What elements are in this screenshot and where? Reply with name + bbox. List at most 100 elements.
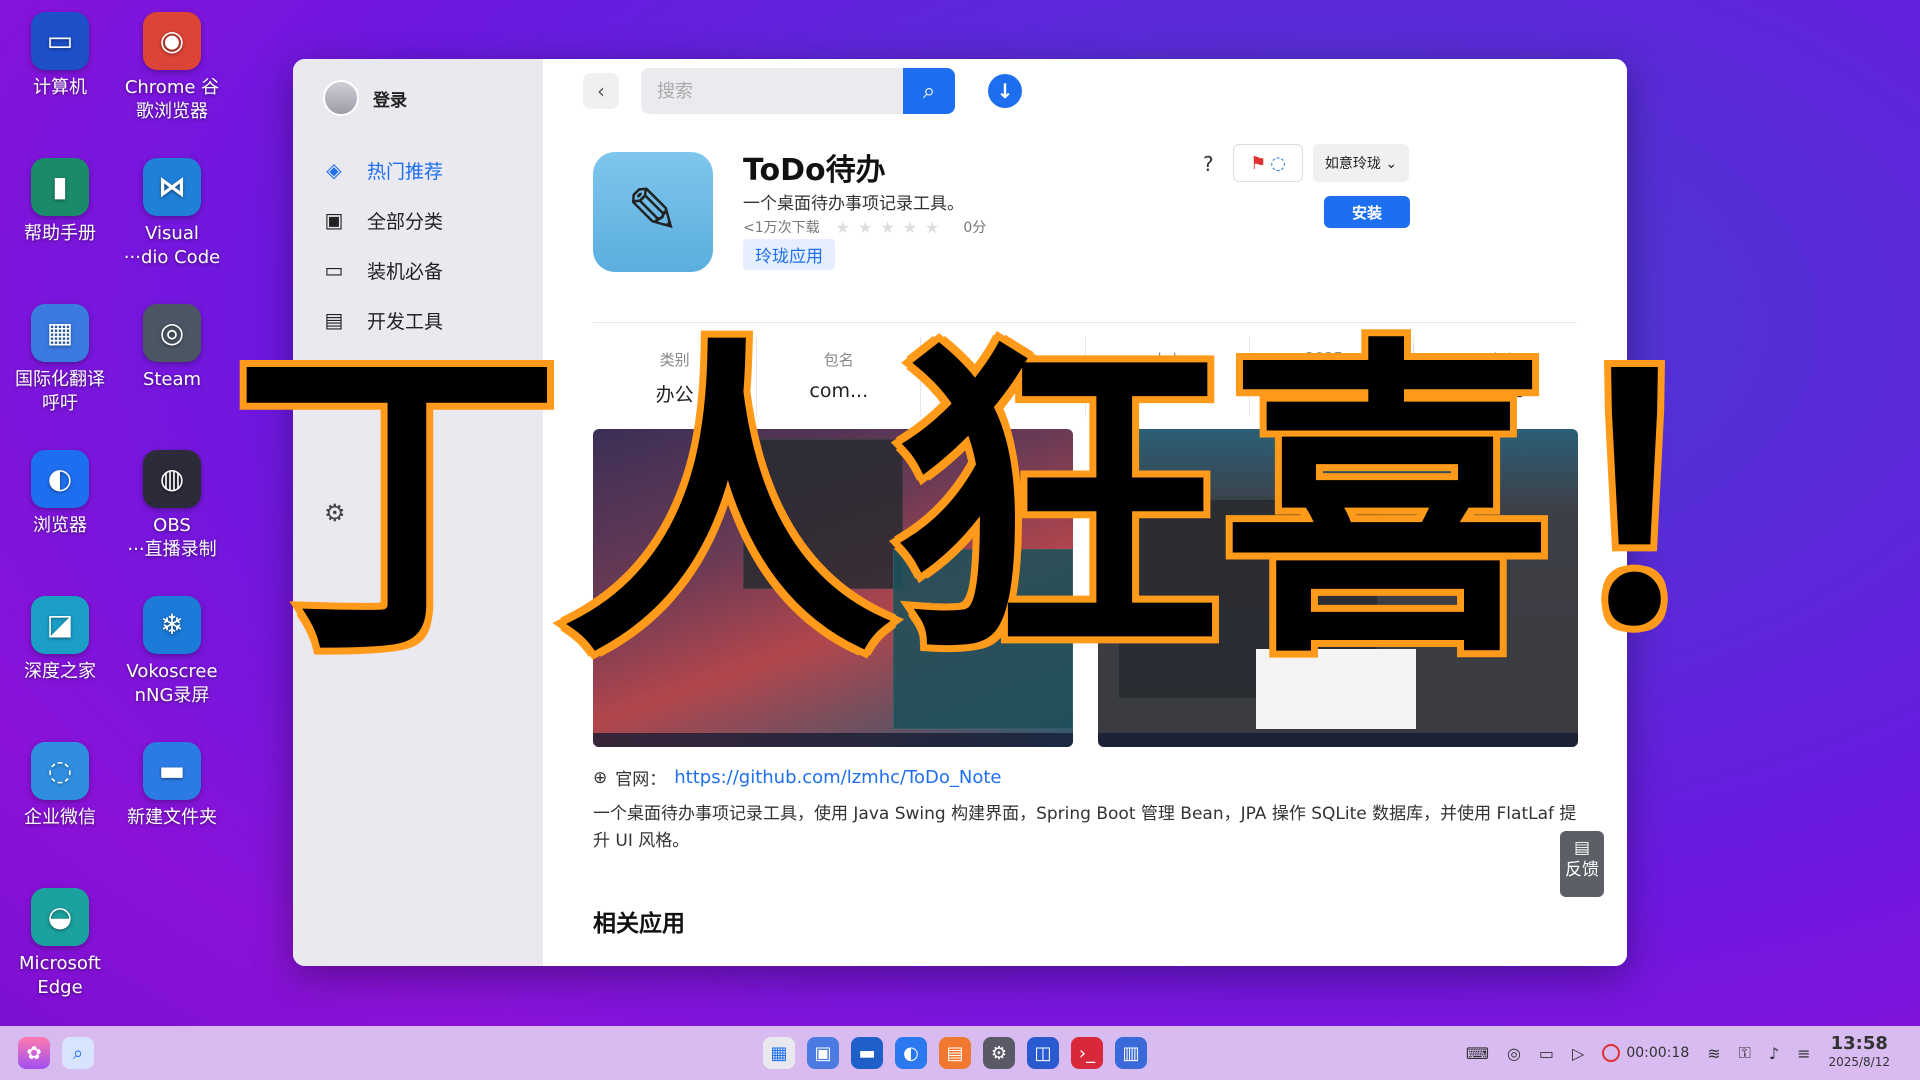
desktop-icon-label: 浏览器 xyxy=(33,515,87,536)
screenshot-dock xyxy=(1098,733,1578,747)
desktop-icon[interactable]: ◉ Chrome 谷歌浏览器 xyxy=(116,12,228,124)
desktop-icon[interactable]: ▭ 计算机 xyxy=(4,12,116,100)
flag-icon: ⚑ xyxy=(1250,152,1267,174)
star-icon: ★ xyxy=(902,217,918,237)
website-label: 官网： xyxy=(615,770,667,790)
back-button[interactable]: ‹ xyxy=(583,73,619,109)
search-icon: ⌕ xyxy=(922,78,936,104)
app-icon: ◐ xyxy=(31,450,89,508)
file-manager-icon[interactable]: ▬ xyxy=(851,1037,883,1069)
chat-taskbar-icon[interactable]: ◫ xyxy=(1027,1037,1059,1069)
login-button[interactable]: 登录 xyxy=(323,80,407,116)
related-apps-title: 相关应用 xyxy=(593,911,685,937)
app-icon: ▭ xyxy=(31,12,89,70)
desktop-icon-label: Visual xyxy=(145,223,199,244)
desktop-icon-label: 企业微信 xyxy=(24,807,96,828)
key-icon[interactable]: ⚿ xyxy=(1739,1043,1751,1063)
battery-icon[interactable]: ▭ xyxy=(1539,1044,1554,1063)
rating-stars: ★ ★ ★ ★ ★ xyxy=(836,218,948,237)
app-icon: ◪ xyxy=(31,596,89,654)
login-label: 登录 xyxy=(373,90,407,111)
app-icon: ◎ xyxy=(143,304,201,362)
globe-icon: ⊕ xyxy=(593,767,608,788)
feedback-label: 反馈 xyxy=(1565,860,1599,880)
app-meta: <1万次下载 ★ ★ ★ ★ ★ 0分 xyxy=(743,217,986,237)
terminal-taskbar-icon[interactable]: ›_ xyxy=(1071,1037,1103,1069)
repo-select[interactable]: 如意玲珑 ⌄ xyxy=(1313,144,1409,182)
feedback-button[interactable]: ▤ 反馈 xyxy=(1560,831,1604,897)
search-taskbar-icon[interactable]: ⌕ xyxy=(62,1037,94,1069)
desktop-icon[interactable]: ❄ Vokoscree nNG录屏 xyxy=(116,596,228,708)
topbar: ‹ ⌕ ↓ ☰ — ☐ ✕ xyxy=(543,59,1627,131)
media-icon[interactable]: ▷ xyxy=(1572,1044,1584,1063)
browser-taskbar-icon[interactable]: ◐ xyxy=(895,1037,927,1069)
overlay-headline: 丁人狂喜！ xyxy=(225,313,1889,697)
source-badge: ⚑ ◌ xyxy=(1233,144,1303,182)
multitask-icon[interactable]: ▣ xyxy=(807,1037,839,1069)
storage-icon[interactable]: ≡ xyxy=(1797,1044,1810,1063)
notepad-icon: ✎ xyxy=(626,175,680,249)
app-icon: ▦ xyxy=(31,304,89,362)
app-grid-icon[interactable]: ▦ xyxy=(763,1037,795,1069)
desktop-icon[interactable]: ▮ 帮助手册 xyxy=(4,158,116,246)
app-description: 一个桌面待办事项记录工具，使用 Java Swing 构建界面，Spring B… xyxy=(593,804,1577,851)
keyboard-icon[interactable]: ⌨ xyxy=(1466,1044,1489,1063)
recording-indicator[interactable]: 00:00:18 xyxy=(1602,1044,1689,1062)
desktop-icon-label: 计算机 xyxy=(33,77,87,98)
search-button[interactable]: ⌕ xyxy=(903,68,955,114)
desktop-icon-label: 呼吁 xyxy=(42,393,78,414)
desktop-icon-label: 歌浏览器 xyxy=(136,101,208,122)
sidebar-item-label: 热门推荐 xyxy=(367,160,444,183)
download-icon: ↓ xyxy=(996,79,1014,103)
monitor-icon: ▭ xyxy=(324,258,344,282)
desktop-icon[interactable]: ◎ Steam xyxy=(116,304,228,392)
launcher-icon[interactable]: ✿ xyxy=(18,1037,50,1069)
clock-time: 13:58 xyxy=(1830,1033,1888,1054)
desktop-icon[interactable]: ◒ Microsoft Edge xyxy=(4,888,116,1000)
desktop-icon-label: Vokoscree xyxy=(126,661,218,682)
sidebar-item[interactable]: ▣ 全部分类 xyxy=(323,195,443,245)
download-manager-button[interactable]: ↓ xyxy=(988,74,1022,108)
fire-icon: ◈ xyxy=(326,158,342,182)
linglong-tag: 玲珑应用 xyxy=(743,239,835,270)
rating-score: 0分 xyxy=(963,220,987,236)
app-icon: ◌ xyxy=(31,742,89,800)
star-icon: ★ xyxy=(880,217,895,237)
sidebar-item[interactable]: ◈ 热门推荐 xyxy=(323,145,443,195)
sidebar-item-label: 装机必备 xyxy=(367,260,444,283)
app-icon: ❄ xyxy=(143,596,201,654)
settings-taskbar-icon[interactable]: ⚙ xyxy=(983,1037,1015,1069)
headline-char: ！ xyxy=(1545,313,1889,697)
install-button[interactable]: 安装 xyxy=(1324,196,1410,228)
desktop-icon[interactable]: ◌ 企业微信 xyxy=(4,742,116,830)
help-icon[interactable]: ? xyxy=(1203,152,1214,176)
desktop-icon[interactable]: ▬ 新建文件夹 xyxy=(116,742,228,830)
clock[interactable]: 13:58 2025/8/12 xyxy=(1828,1035,1890,1071)
desktop-icon-label: Edge xyxy=(37,977,83,998)
desktop-icon[interactable]: ⋈ Visual ···dio Code xyxy=(116,158,228,270)
app-icon: ▬ xyxy=(143,742,201,800)
app-store-taskbar-icon[interactable]: ▤ xyxy=(939,1037,971,1069)
desktop-icon-label: ···dio Code xyxy=(123,247,221,268)
desktop-icon[interactable]: ◍ OBS ···直播录制 xyxy=(116,450,228,562)
headline-char: 人 xyxy=(555,313,899,697)
desktop-icon-label: ···直播录制 xyxy=(127,539,217,560)
download-count: <1万次下载 xyxy=(743,220,820,236)
avatar xyxy=(323,80,359,116)
note-taskbar-icon[interactable]: ▥ xyxy=(1115,1037,1147,1069)
desktop-icon[interactable]: ▦ 国际化翻译 呼吁 xyxy=(4,304,116,416)
app-title: ToDo待办 xyxy=(743,153,886,188)
desktop-icon-label: Microsoft xyxy=(19,953,101,974)
volume-icon[interactable]: ♪ xyxy=(1769,1044,1779,1063)
sidebar-item[interactable]: ▭ 装机必备 xyxy=(323,245,443,295)
star-icon: ★ xyxy=(925,217,940,237)
desktop-icon[interactable]: ◐ 浏览器 xyxy=(4,450,116,538)
headline-char: 狂 xyxy=(885,313,1229,697)
screenshot-dock xyxy=(593,733,1073,747)
wifi-icon[interactable]: ≋ xyxy=(1707,1044,1720,1063)
desktop-icon[interactable]: ◪ 深度之家 xyxy=(4,596,116,684)
desktop-icon-label: 深度之家 xyxy=(24,661,96,682)
website-link[interactable]: https://github.com/lzmhc/ToDo_Note xyxy=(674,767,1001,788)
network-icon[interactable]: ◎ xyxy=(1507,1044,1521,1063)
search-input[interactable] xyxy=(641,68,903,114)
